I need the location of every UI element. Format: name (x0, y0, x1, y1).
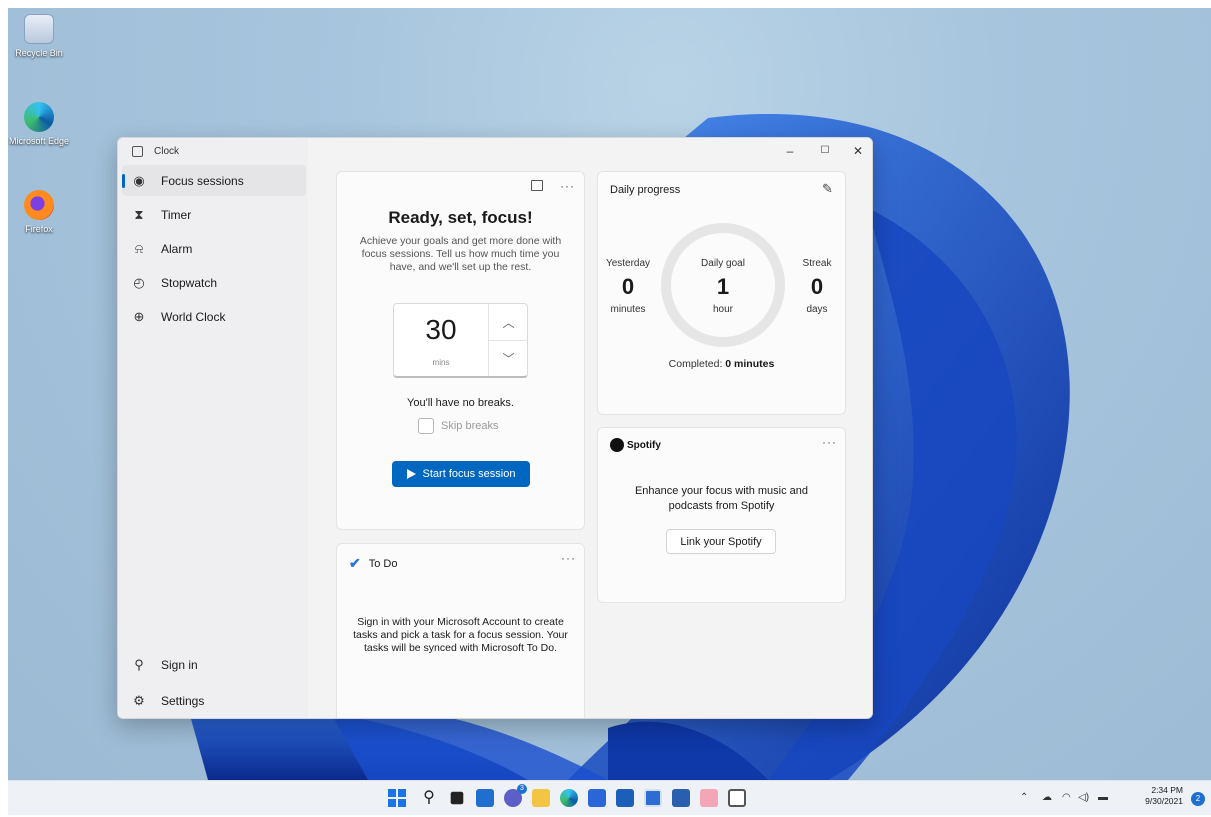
sidebar-item-alarm[interactable]: ⍾ Alarm (122, 233, 306, 264)
show-hidden-icons[interactable]: ⌃ (1020, 792, 1028, 803)
photos-icon[interactable] (672, 789, 690, 807)
clock-app-icon (132, 146, 143, 157)
firefox-icon (24, 190, 54, 220)
volume-icon[interactable]: ◁) (1078, 792, 1089, 803)
start-focus-session-button[interactable]: Start focus session (392, 461, 530, 487)
desktop-icon-recycle-bin[interactable]: Recycle Bin (8, 14, 70, 59)
todo-taskbar-icon[interactable] (728, 789, 746, 807)
edit-icon[interactable]: ✎ (822, 181, 833, 197)
play-icon (406, 469, 416, 479)
wifi-icon[interactable]: ◠ (1062, 792, 1071, 803)
outlook-icon[interactable] (616, 789, 634, 807)
focus-session-card: ··· Ready, set, focus! Achieve your goal… (336, 171, 585, 530)
desktop-icon-edge[interactable]: Microsoft Edge (8, 102, 70, 147)
globe-icon: ⊕ (133, 308, 145, 324)
start-icon[interactable] (388, 789, 406, 807)
spotify-more-button[interactable]: ··· (822, 435, 837, 449)
chevron-up-icon: ︿ (502, 315, 515, 330)
file-explorer-icon[interactable] (532, 789, 550, 807)
close-button[interactable]: ✕ (843, 144, 872, 160)
sidebar: Clock ◉ Focus sessions ⧗ Timer ⍾ Alarm ◴… (118, 138, 308, 718)
chevron-down-icon: ﹀ (502, 352, 515, 366)
onedrive-icon[interactable]: ☁ (1042, 792, 1052, 803)
skip-breaks-checkbox[interactable]: Skip breaks (418, 418, 498, 434)
snipping-tool-icon[interactable] (700, 789, 718, 807)
taskbar-clock[interactable]: 2:34 PM 9/30/2021 (1145, 785, 1183, 807)
stat-yesterday: Yesterday 0 minutes (605, 258, 651, 315)
sidebar-item-stopwatch[interactable]: ◴ Stopwatch (122, 267, 306, 298)
focus-description: Achieve your goals and get more done wit… (359, 235, 562, 273)
todo-header: ✔ To Do (349, 555, 398, 571)
stepper-arrows: ︿ ﹀ (488, 304, 528, 376)
link-spotify-button[interactable]: Link your Spotify (666, 529, 776, 554)
minutes-unit: mins (432, 358, 450, 367)
checkbox-box[interactable] (418, 418, 434, 434)
breaks-text: You'll have no breaks. (407, 397, 514, 409)
app-title: Clock (132, 146, 179, 157)
notification-badge[interactable]: 2 (1191, 792, 1205, 806)
chat-badge: 3 (517, 784, 527, 794)
spotify-icon (610, 438, 624, 452)
minutes-value[interactable]: 30 (394, 314, 488, 346)
daily-progress-title: Daily progress (610, 184, 681, 196)
chat-icon[interactable]: 3 (504, 784, 527, 807)
spotify-description: Enhance your focus with music and podcas… (634, 485, 809, 512)
decrease-minutes-button[interactable]: ﹀ (489, 340, 528, 376)
battery-icon[interactable]: ▬ (1098, 792, 1108, 803)
edge-icon[interactable] (560, 789, 578, 807)
maximize-button[interactable]: ☐ (810, 145, 840, 161)
sidebar-item-timer[interactable]: ⧗ Timer (122, 199, 306, 230)
search-icon[interactable]: ⚲ (420, 789, 438, 807)
daily-progress-card: Daily progress ✎ Yesterday 0 minutes Dai… (597, 171, 846, 415)
person-icon: ⚲ (134, 656, 144, 672)
bell-icon: ⍾ (134, 240, 144, 256)
store-icon[interactable] (588, 789, 606, 807)
gear-icon: ⚙ (133, 692, 145, 708)
sidebar-item-world-clock[interactable]: ⊕ World Clock (122, 301, 306, 332)
spotify-brand: Spotify (610, 438, 661, 452)
completed-text: Completed: 0 minutes (668, 358, 775, 370)
clock-window: Clock ◉ Focus sessions ⧗ Timer ⍾ Alarm ◴… (117, 137, 873, 719)
sidebar-item-sign-in[interactable]: ⚲ Sign in (122, 649, 306, 680)
minimize-button[interactable]: – (775, 144, 805, 160)
more-options-button[interactable]: ··· (560, 179, 575, 193)
todo-card: ✔ To Do ··· Sign in with your Microsoft … (336, 543, 585, 718)
clock-taskbar-icon[interactable] (644, 789, 662, 807)
taskbar: ⚲ 3 ⌃ ☁ ◠ ◁) ▬ 2:34 PM 9/30/2021 2 (8, 780, 1211, 815)
focus-icon: ◉ (133, 172, 145, 188)
edge-icon (24, 102, 54, 132)
increase-minutes-button[interactable]: ︿ (489, 304, 528, 340)
spotify-card: Spotify ··· Enhance your focus with musi… (597, 427, 846, 603)
task-view-icon[interactable] (450, 791, 464, 805)
todo-description: Sign in with your Microsoft Account to c… (353, 616, 568, 654)
recycle-bin-icon (24, 14, 54, 44)
todo-more-button[interactable]: ··· (561, 551, 576, 565)
hourglass-icon: ⧗ (134, 206, 144, 222)
stopwatch-icon: ◴ (133, 274, 145, 290)
stat-daily-goal: Daily goal 1 hour (701, 258, 745, 315)
widgets-icon[interactable] (476, 789, 494, 807)
sidebar-item-settings[interactable]: ⚙ Settings (122, 685, 306, 716)
main-content: – ☐ ✕ ··· Ready, set, focus! Achieve you… (308, 138, 872, 718)
minutes-stepper[interactable]: 30 mins ︿ ﹀ (393, 303, 528, 378)
stat-streak: Streak 0 days (802, 258, 832, 315)
desktop-icon-firefox[interactable]: Firefox (8, 190, 70, 235)
sidebar-item-focus-sessions[interactable]: ◉ Focus sessions (122, 165, 306, 196)
compact-overlay-icon[interactable] (531, 180, 543, 191)
checkmark-icon: ✔ (349, 555, 361, 571)
focus-title: Ready, set, focus! (388, 208, 533, 227)
